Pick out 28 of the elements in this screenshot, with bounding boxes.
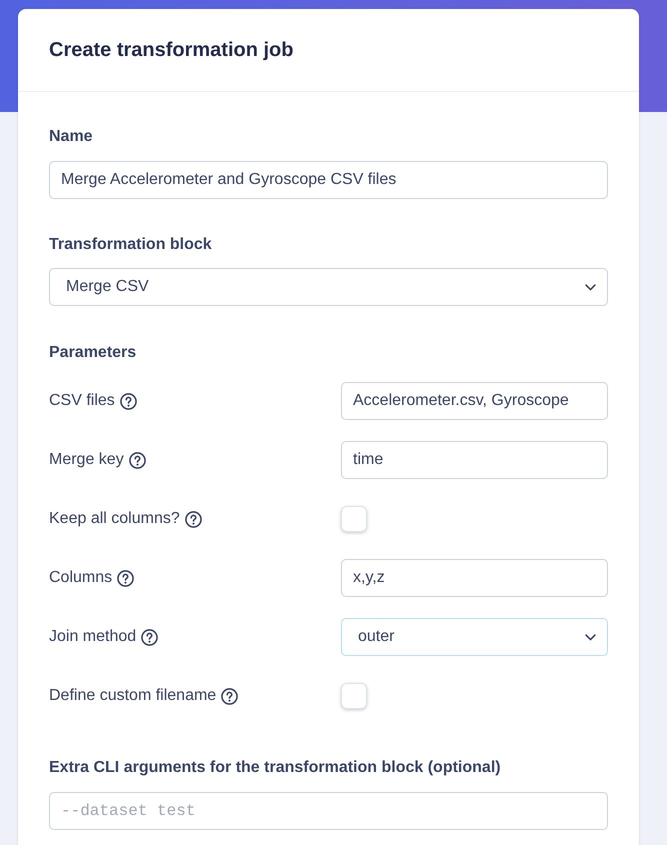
select-dropdown[interactable]: Merge CSV (49, 268, 608, 306)
help-icon[interactable] (221, 688, 238, 704)
parameter-label: Merge key (49, 450, 124, 470)
parameter-label: Define custom filename (49, 686, 216, 706)
parameter-label: Columns (49, 568, 112, 588)
parameter-label: Join method (49, 627, 136, 647)
parameter-label: CSV files (49, 391, 115, 411)
help-icon[interactable] (141, 628, 158, 646)
field-label: Extra CLI arguments for the transformation block (optional) (49, 758, 502, 778)
text-field[interactable]: --dataset test (49, 792, 608, 830)
checkbox[interactable] (341, 506, 367, 532)
text-field[interactable]: time (341, 441, 608, 479)
help-icon[interactable] (120, 392, 137, 410)
dialog-title: Create transformation job (49, 38, 294, 63)
text-field[interactable]: Merge Accelerometer and Gyroscope CSV files (49, 161, 608, 199)
select-dropdown[interactable]: outer (341, 618, 608, 656)
field-label: Parameters (49, 343, 138, 363)
parameter-label: Keep all columns? (49, 509, 180, 529)
field-label: Name (49, 127, 94, 147)
text-field[interactable]: x,y,z (341, 559, 608, 597)
help-icon[interactable] (128, 452, 146, 468)
chevron-down-icon (585, 634, 596, 640)
text-field[interactable]: Accelerometer.csv, Gyroscope (341, 382, 608, 420)
checkbox[interactable] (341, 683, 367, 709)
help-icon[interactable] (117, 570, 134, 586)
help-icon[interactable] (184, 510, 202, 528)
field-label: Transformation block (49, 235, 213, 255)
chevron-down-icon (585, 284, 596, 290)
